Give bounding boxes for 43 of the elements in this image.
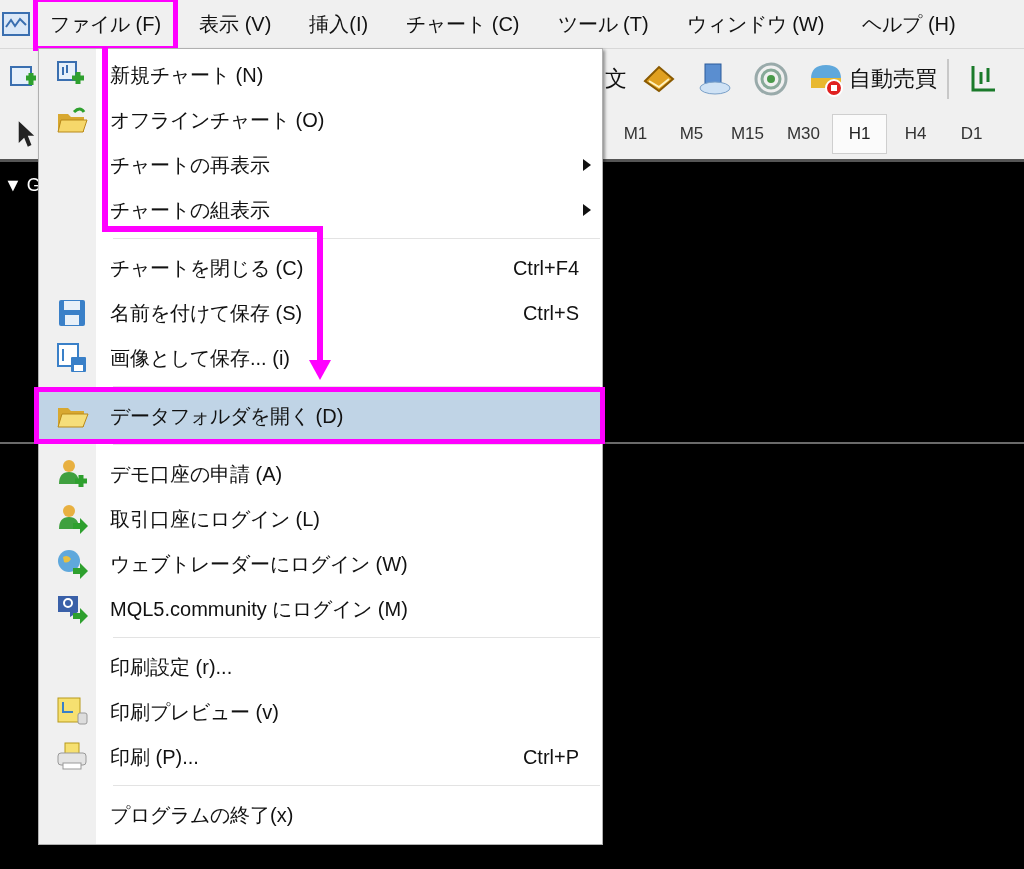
menu-item[interactable]: プログラムの終了(x): [42, 792, 599, 837]
user-plus-icon: [56, 457, 90, 490]
timeframe-button[interactable]: M5: [664, 113, 719, 154]
menu-item[interactable]: ウェブトレーダーにログイン (W): [42, 541, 599, 586]
signal-icon[interactable]: [753, 61, 789, 96]
menu-item[interactable]: 印刷設定 (r)...: [42, 644, 599, 689]
menu-item[interactable]: MQL5.community にログイン (M): [42, 586, 599, 631]
menu-item[interactable]: 取引口座にログイン (L): [42, 496, 599, 541]
timeframe-button[interactable]: M15: [720, 113, 775, 154]
menu-item[interactable]: デモ口座の申請 (A): [42, 451, 599, 496]
timeframe-button[interactable]: M1: [608, 113, 663, 154]
menu-bar-item[interactable]: ファイル (F): [38, 9, 174, 39]
printer-icon: [56, 740, 90, 773]
menu-item[interactable]: チャートの再表示: [42, 142, 599, 187]
app-icon[interactable]: [2, 11, 30, 37]
menu-item[interactable]: 名前を付けて保存 (S) Ctrl+S: [42, 290, 599, 335]
menu-bar-item[interactable]: チャート (C): [394, 9, 532, 39]
menu-item[interactable]: 印刷プレビュー (v): [42, 689, 599, 734]
menu-item[interactable]: チャートの組表示: [42, 187, 599, 232]
shortcut-label: Ctrl+S: [522, 300, 579, 326]
chart-axes-icon[interactable]: [969, 63, 997, 94]
timeframe-button[interactable]: H1: [832, 113, 887, 154]
menu-bar-item[interactable]: 挿入(I): [297, 9, 381, 39]
menu-item[interactable]: チャートを閉じる (C) Ctrl+F4: [42, 245, 599, 290]
menu-bar-item[interactable]: ウィンドウ (W): [674, 9, 837, 39]
timeframe-button[interactable]: D1: [944, 113, 999, 154]
menu-item[interactable]: データフォルダを開く (D): [34, 387, 605, 444]
menu-bar-item[interactable]: 表示 (V): [187, 9, 284, 39]
shortcut-label: Ctrl+P: [522, 744, 579, 770]
menu-item[interactable]: 新規チャート (N): [42, 52, 599, 97]
print-preview-icon: [56, 695, 90, 728]
timeframe-button[interactable]: H4: [888, 113, 943, 154]
toolbar-label[interactable]: 文: [605, 62, 627, 95]
shortcut-label: Ctrl+F4: [512, 255, 579, 281]
user-arrow-icon: [56, 502, 90, 535]
menu-item[interactable]: 印刷 (P)... Ctrl+P: [42, 734, 599, 779]
menu-item[interactable]: 画像として保存... (i): [42, 335, 599, 380]
globe-arrow-icon: [56, 547, 90, 580]
menu-bar-item[interactable]: ツール (T): [545, 9, 661, 39]
timeframe-button[interactable]: M30: [776, 113, 831, 154]
auto-trading-label[interactable]: 自動売買: [849, 62, 937, 95]
menu-bar-item[interactable]: ヘルプ (H): [850, 9, 968, 39]
menu-item[interactable]: オフラインチャート (O): [42, 97, 599, 142]
